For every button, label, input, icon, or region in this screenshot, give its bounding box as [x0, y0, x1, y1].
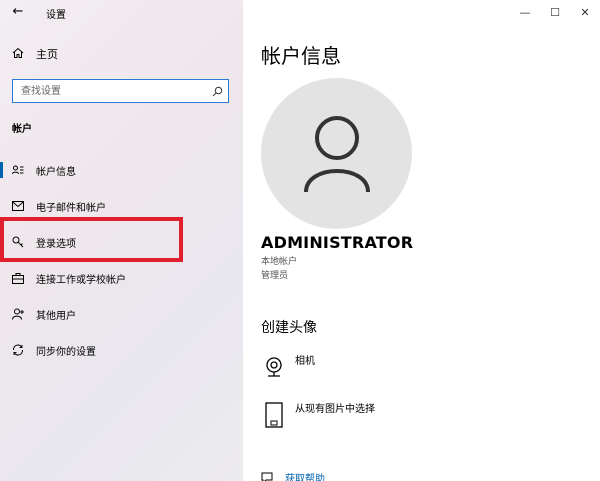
sidebar-item-other-users[interactable]: 其他用户	[0, 296, 243, 332]
sidebar-item-label: 其他用户	[36, 310, 76, 322]
browse-picture-label: 从现有图片中选择	[295, 403, 375, 415]
avatar	[261, 78, 412, 229]
account-role: 管理员	[261, 271, 289, 281]
sidebar-nav: 帐户信息 电子邮件和帐户 登录选项 连接工作或学校帐户 其他用户 同步你的设置	[0, 152, 243, 368]
account-type: 本地帐户	[261, 257, 298, 267]
main-pane: — ☐ ✕ 帐户信息 ADMINISTRATOR 本地帐户 管理员 创建头像 相…	[243, 0, 600, 481]
create-avatar-heading: 创建头像	[261, 320, 317, 336]
home-label: 主页	[36, 48, 58, 61]
search-box[interactable]	[12, 79, 229, 103]
person-add-icon	[12, 308, 24, 320]
help-label: 获取帮助	[285, 474, 325, 481]
sidebar-item-label: 连接工作或学校帐户	[36, 274, 126, 286]
username: ADMINISTRATOR	[261, 233, 414, 252]
sidebar-item-label: 登录选项	[36, 238, 76, 250]
back-button[interactable]: ←	[10, 4, 26, 20]
sidebar-item-email-accounts[interactable]: 电子邮件和帐户	[0, 188, 243, 224]
title-bar: ← 设置	[0, 0, 243, 26]
sidebar-item-work-school[interactable]: 连接工作或学校帐户	[0, 260, 243, 296]
app-title: 设置	[46, 10, 66, 21]
section-label: 帐户	[12, 124, 32, 135]
window-controls: — ☐ ✕	[510, 0, 600, 24]
minimize-button[interactable]: —	[510, 0, 540, 24]
browse-picture-option[interactable]: 从现有图片中选择	[261, 400, 375, 430]
page-title: 帐户信息	[261, 44, 341, 68]
camera-option[interactable]: 相机	[261, 352, 315, 382]
person-card-icon	[12, 164, 24, 176]
help-chat-icon	[261, 472, 273, 481]
search-icon[interactable]	[206, 80, 228, 102]
sync-icon	[12, 344, 24, 356]
maximize-button[interactable]: ☐	[540, 0, 570, 24]
sidebar-item-label: 帐户信息	[36, 166, 76, 178]
briefcase-icon	[12, 272, 24, 284]
close-button[interactable]: ✕	[570, 0, 600, 24]
camera-label: 相机	[295, 355, 315, 367]
picture-icon	[261, 400, 287, 430]
user-silhouette-icon	[303, 115, 370, 192]
search-input[interactable]	[13, 80, 206, 102]
home-nav-item[interactable]: 主页	[12, 46, 58, 62]
sidebar-item-sync-settings[interactable]: 同步你的设置	[0, 332, 243, 368]
camera-icon	[261, 352, 287, 382]
help-link[interactable]: 获取帮助	[261, 470, 325, 481]
sidebar-item-label: 同步你的设置	[36, 346, 96, 358]
sidebar-item-sign-in-options[interactable]: 登录选项	[0, 224, 243, 260]
key-icon	[12, 236, 24, 248]
mail-icon	[12, 200, 24, 212]
sidebar: ← 设置 主页 帐户 帐户信息 电子邮件和帐户	[0, 0, 243, 481]
home-icon	[12, 47, 24, 62]
sidebar-item-label: 电子邮件和帐户	[36, 202, 106, 214]
sidebar-item-account-info[interactable]: 帐户信息	[0, 152, 243, 188]
